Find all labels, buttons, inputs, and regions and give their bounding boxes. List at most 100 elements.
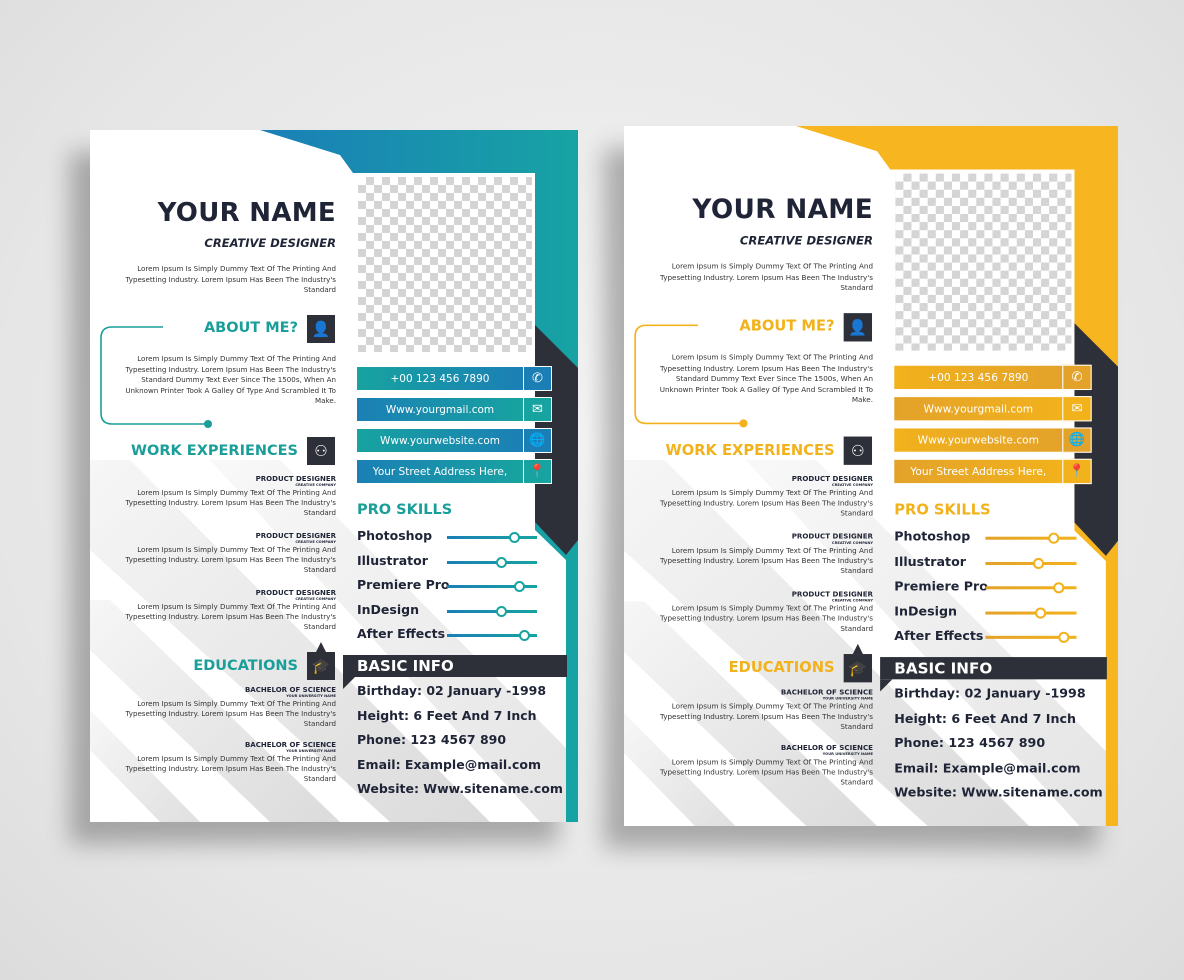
user-icon: 👤 <box>307 315 335 343</box>
skill-name: Photoshop <box>357 528 433 543</box>
basic-info-line: Website: Www.sitename.com <box>894 784 1103 801</box>
skill-knob[interactable] <box>513 581 525 592</box>
about-bracket-dot <box>739 419 748 428</box>
skill-knob[interactable] <box>495 556 507 568</box>
work-item: PRODUCT DESIGNER CREATIVE COMPANY Lorem … <box>118 532 336 575</box>
work-item: PRODUCT DESIGNER CREATIVE COMPANY Lorem … <box>118 475 336 518</box>
degree: BACHELOR OF SCIENCE <box>244 741 336 749</box>
skill-name: After Effects <box>894 627 984 643</box>
work-title: PRODUCT DESIGNER <box>255 475 336 483</box>
basic-info-line: Phone: 123 4567 890 <box>357 732 507 748</box>
skill-slider[interactable] <box>985 557 1077 569</box>
skill-slider[interactable] <box>985 606 1077 619</box>
notch <box>343 677 355 689</box>
contact-bar[interactable]: Www.yourwebsite.com <box>357 429 523 452</box>
globe-icon: 🌐 <box>1062 427 1092 453</box>
skill-knob[interactable] <box>509 532 520 543</box>
user-icon: 👤 <box>843 313 873 342</box>
education-text: Lorem Ipsum Is Simply Dummy Text Of The … <box>659 757 874 787</box>
work-item: PRODUCT DESIGNER CREATIVE COMPANY Lorem … <box>652 533 873 576</box>
resume-name: YOUR NAME <box>692 194 874 226</box>
about-bracket-dot <box>204 420 212 428</box>
basic-info-line: Birthday: 02 January -1998 <box>357 683 547 698</box>
basic-info-line: Email: Example@mail.com <box>357 756 541 772</box>
basic-info-heading: BASIC INFO <box>343 655 567 677</box>
skill-slider[interactable] <box>447 532 537 543</box>
work-item: PRODUCT DESIGNER CREATIVE COMPANY Lorem … <box>118 589 336 632</box>
skills-heading: PRO SKILLS <box>894 502 991 519</box>
work-text: Lorem Ipsum Is Simply Dummy Text Of The … <box>659 488 874 518</box>
education-item: BACHELOR OF SCIENCE YOUR UNIVERSITY NAME… <box>118 741 336 784</box>
phone-icon: ✆ <box>1062 364 1092 391</box>
skill-name: Illustrator <box>357 552 428 568</box>
resume-page: YOUR NAME CREATIVE DESIGNER Lorem Ipsum Is… <box>624 126 1118 826</box>
team-icon: ⚇ <box>843 436 873 465</box>
skill-knob[interactable] <box>1032 557 1044 569</box>
skill-knob[interactable] <box>1052 582 1064 594</box>
basic-info-line: Birthday: 02 January -1998 <box>894 685 1086 701</box>
skill-name: InDesign <box>894 602 958 619</box>
contact-bar[interactable]: Your Street Address Here, <box>357 460 523 483</box>
notch <box>316 642 326 652</box>
work-text: Lorem Ipsum Is Simply Dummy Text Of The … <box>125 602 336 631</box>
contact-bar[interactable]: +00 123 456 7890 <box>894 365 1063 390</box>
skills-heading: PRO SKILLS <box>357 502 453 518</box>
intro-text: Lorem Ipsum Is Simply Dummy Text Of The … <box>659 261 874 292</box>
contact-bar[interactable]: Www.yourgmail.com <box>894 397 1063 421</box>
mail-icon: ✉ <box>1062 396 1092 422</box>
work-text: Lorem Ipsum Is Simply Dummy Text Of The … <box>125 545 336 574</box>
notch <box>852 643 863 655</box>
skill-slider[interactable] <box>447 581 537 592</box>
graduate-icon: 🎓 <box>843 654 873 683</box>
skill-slider[interactable] <box>985 582 1077 594</box>
resume-title: CREATIVE DESIGNER <box>204 236 336 250</box>
education-text: Lorem Ipsum Is Simply Dummy Text Of The … <box>125 754 336 783</box>
work-heading: WORK EXPERIENCES <box>131 443 298 459</box>
skill-slider[interactable] <box>985 532 1077 544</box>
skill-slider[interactable] <box>447 630 537 641</box>
skill-knob[interactable] <box>1058 631 1070 643</box>
skill-name: After Effects <box>357 626 446 641</box>
work-title: PRODUCT DESIGNER <box>791 474 874 484</box>
basic-info-heading: BASIC INFO <box>880 657 1107 680</box>
basic-info-line: Email: Example@mail.com <box>894 760 1081 776</box>
skill-name: Photoshop <box>894 528 971 544</box>
work-heading: WORK EXPERIENCES <box>665 442 835 459</box>
education-heading: EDUCATIONS <box>193 658 298 674</box>
work-title: PRODUCT DESIGNER <box>255 532 336 540</box>
basic-info-line: Height: 6 Feet And 7 Inch <box>357 707 537 723</box>
photo-placeholder[interactable] <box>358 177 532 352</box>
work-title: PRODUCT DESIGNER <box>255 589 336 597</box>
work-text: Lorem Ipsum Is Simply Dummy Text Of The … <box>125 488 336 517</box>
about-text: Lorem Ipsum Is Simply Dummy Text Of The … <box>125 354 336 405</box>
about-heading: ABOUT ME? <box>739 318 835 335</box>
location-pin-icon: 📍 <box>523 459 552 484</box>
skill-knob[interactable] <box>495 605 507 617</box>
contact-bar[interactable]: Www.yourgmail.com <box>357 398 523 421</box>
skill-slider[interactable] <box>985 631 1077 643</box>
work-text: Lorem Ipsum Is Simply Dummy Text Of The … <box>659 603 874 633</box>
notch <box>880 679 893 692</box>
skill-slider[interactable] <box>447 605 537 617</box>
graduate-icon: 🎓 <box>307 652 335 680</box>
photo-placeholder[interactable] <box>895 173 1072 351</box>
contact-bar[interactable]: Www.yourwebsite.com <box>894 428 1063 452</box>
skill-knob[interactable] <box>1034 606 1046 619</box>
skill-knob[interactable] <box>518 630 530 641</box>
resume-name: YOUR NAME <box>157 198 336 228</box>
skill-slider[interactable] <box>447 556 537 568</box>
education-item: BACHELOR OF SCIENCE YOUR UNIVERSITY NAME… <box>118 686 336 729</box>
skill-name: InDesign <box>357 601 419 617</box>
basic-info-line: Website: Www.sitename.com <box>357 781 563 797</box>
location-pin-icon: 📍 <box>1062 458 1092 485</box>
about-heading: ABOUT ME? <box>203 320 298 336</box>
education-text: Lorem Ipsum Is Simply Dummy Text Of The … <box>125 699 336 728</box>
contact-bar[interactable]: +00 123 456 7890 <box>357 367 523 390</box>
skill-knob[interactable] <box>1048 532 1060 544</box>
team-icon: ⚇ <box>307 437 335 465</box>
contact-bar[interactable]: Your Street Address Here, <box>894 459 1063 484</box>
degree: BACHELOR OF SCIENCE <box>244 686 336 694</box>
basic-info-line: Phone: 123 4567 890 <box>894 735 1046 751</box>
work-item: PRODUCT DESIGNER CREATIVE COMPANY Lorem … <box>652 590 873 633</box>
mail-icon: ✉ <box>523 397 552 422</box>
